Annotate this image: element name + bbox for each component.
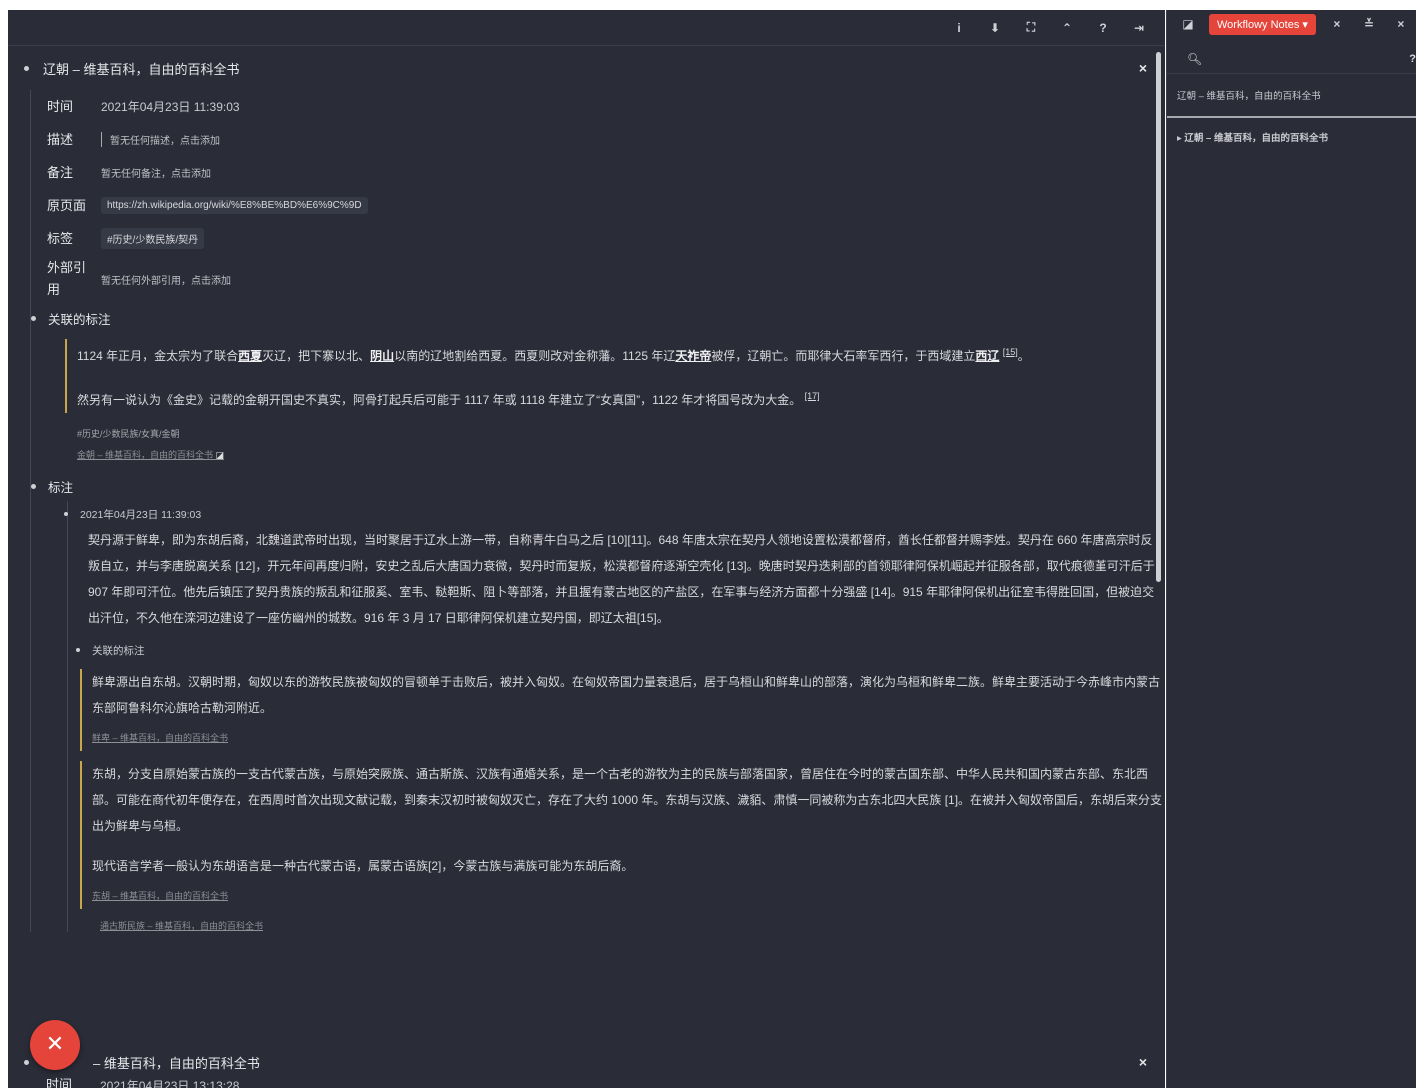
bullet-icon[interactable]	[76, 648, 80, 652]
note-time: 2021年04月23日 11:39:03	[80, 508, 202, 521]
collapse-icon[interactable]: ⌃	[1049, 21, 1085, 35]
bullet-icon[interactable]	[64, 512, 68, 516]
quote-paragraph: 然另有一说认为《金史》记载的金朝开国史不真实，阿骨打起兵后可能于 1117 年或…	[77, 383, 1165, 413]
tag-field: 标签 #历史/少数民族/契丹	[47, 222, 1165, 255]
notes-header: 标注	[31, 471, 1165, 501]
related-quote: 1124 年正月，金太宗为了联合西夏灭辽，把下寨以北、阴山以南的辽地割给西夏。西…	[65, 339, 1165, 413]
tag-pill[interactable]: #历史/少数民族/契丹	[101, 228, 205, 249]
sidebar-tree-item[interactable]: ▸ 辽朝 – 维基百科，自由的百科全书	[1167, 118, 1416, 144]
entry-fields: 时间 2021年04月23日 11:39:03 描述 暂无任何描述，点击添加 备…	[30, 90, 1165, 932]
link-text[interactable]: 金朝 – 维基百科，自由的百科全书	[77, 450, 213, 460]
quote-paragraph: 1124 年正月，金太宗为了联合西夏灭辽，把下寨以北、阴山以南的辽地割给西夏。西…	[77, 339, 1165, 369]
link[interactable]: 天祚帝	[675, 349, 711, 363]
help-icon[interactable]: ?	[1409, 53, 1416, 65]
nested-quote-2: 东胡，分支自原始蒙古族的一支古代蒙古族，与原始突厥族、通古斯族、汉族有通婚关系，…	[80, 761, 1165, 909]
page-field: 原页面 https://zh.wikipedia.org/wiki/%E8%BE…	[47, 189, 1165, 222]
bullet-icon[interactable]	[24, 1059, 29, 1065]
top-toolbar: i ⬇ ⛶ ⌃ ? ⇥	[8, 10, 1165, 46]
sidebar-search[interactable]: 🔍︎ ?	[1167, 44, 1416, 74]
ext-label: 外部引用	[47, 260, 87, 297]
sidebar-header-item[interactable]: 辽朝 – 维基百科，自由的百科全书	[1167, 74, 1416, 118]
edit-icon[interactable]: ◪	[216, 450, 225, 460]
nested-related-header: 关联的标注	[76, 637, 1165, 663]
source-link[interactable]: 通古斯民族 – 维基百科，自由的百科全书	[100, 919, 1165, 932]
sitemap-icon[interactable]: ⛶	[1013, 20, 1049, 35]
ext-field: 外部引用 暂无任何外部引用，点击添加	[47, 255, 1165, 303]
scrollbar[interactable]	[1156, 52, 1161, 582]
quote-paragraph: 现代语言学者一般认为东胡语言是一种古代蒙古语，属蒙古语族[2]，今蒙古族与满族可…	[92, 859, 634, 873]
link[interactable]: 阴山	[370, 349, 394, 363]
related-source-link[interactable]: 金朝 – 维基百科，自由的百科全书 ◪	[77, 448, 1165, 461]
tag-label: 标签	[47, 230, 74, 246]
citation[interactable]: [17]	[805, 391, 820, 401]
entry-title[interactable]: – 维基百科，自由的百科全书	[93, 1053, 260, 1072]
close-icon[interactable]: ×	[1390, 17, 1412, 31]
link[interactable]: 西夏	[238, 349, 262, 363]
ext-input[interactable]: 暂无任何外部引用，点击添加	[101, 272, 231, 287]
notes-body: 2021年04月23日 11:39:03 契丹源于鲜卑，即为东胡后裔，北魏道武帝…	[64, 501, 1165, 932]
sidebar-toolbar: ◪ Workflowy Notes ▾ × ≚ ×	[1167, 10, 1416, 38]
entry-header: – 维基百科，自由的百科全书 ×	[8, 1040, 1165, 1084]
bullet-icon[interactable]	[24, 65, 29, 71]
time-label: 时间	[47, 98, 74, 114]
exit-icon[interactable]: ⇥	[1121, 21, 1157, 35]
search-icon[interactable]: 🔍︎	[1187, 52, 1202, 66]
workflowy-notes-dropdown[interactable]: Workflowy Notes ▾	[1209, 13, 1316, 35]
nested-quote-1: 鲜卑源出自东胡。汉朝时期，匈奴以东的游牧民族被匈奴的冒顿单于击败后，被并入匈奴。…	[80, 669, 1165, 751]
page-link[interactable]: https://zh.wikipedia.org/wiki/%E8%BE%BD%…	[101, 197, 368, 214]
entry-2: – 维基百科，自由的百科全书 × 时间 2021年04月23日 13:13:28	[8, 1040, 1165, 1088]
sidebar: ◪ Workflowy Notes ▾ × ≚ × 🔍︎ ? 辽朝 – 维基百科…	[1166, 10, 1416, 1088]
time-value: 2021年04月23日 11:39:03	[101, 100, 240, 114]
close-icon[interactable]: ×	[1326, 17, 1348, 31]
source-link[interactable]: 东胡 – 维基百科，自由的百科全书	[92, 883, 1165, 909]
note-field: 备注 暂无任何备注，点击添加	[47, 156, 1165, 189]
desc-label: 描述	[47, 131, 74, 147]
page-label: 原页面	[47, 197, 87, 213]
close-icon[interactable]: ×	[1139, 1054, 1147, 1070]
entry-header: 辽朝 – 维基百科，自由的百科全书 ×	[8, 46, 1165, 90]
source-link[interactable]: 鲜卑 – 维基百科，自由的百科全书	[92, 725, 1165, 751]
related-tag[interactable]: #历史/少数民族/女真/金朝	[77, 427, 1165, 440]
quote-paragraph: 东胡，分支自原始蒙古族的一支古代蒙古族，与原始突厥族、通古斯族、汉族有通婚关系，…	[92, 767, 1163, 833]
collapse-all-icon[interactable]: ≚	[1358, 17, 1380, 31]
info-icon[interactable]: i	[941, 21, 977, 35]
close-icon[interactable]: ×	[1139, 60, 1147, 76]
bullet-icon[interactable]	[31, 315, 36, 321]
related-header: 关联的标注	[31, 303, 1165, 333]
text: 以南的辽地割给西夏。西夏则改对金称藩。1125 年辽	[394, 349, 676, 363]
text: 1124 年正月，金太宗为了联合	[77, 349, 239, 363]
notes-title: 标注	[48, 480, 74, 495]
quote-paragraph: 鲜卑源出自东胡。汉朝时期，匈奴以东的游牧民族被匈奴的冒顿单于击败后，被并入匈奴。…	[92, 675, 1161, 715]
entry-title[interactable]: 辽朝 – 维基百科，自由的百科全书	[43, 59, 239, 78]
note-label: 备注	[47, 164, 74, 180]
text: 然另有一说认为《金史》记载的金朝开国史不真实，阿骨打起兵后可能于 1117 年或…	[77, 393, 802, 407]
desc-input[interactable]: 暂无任何描述，点击添加	[101, 132, 220, 147]
related-title: 关联的标注	[48, 312, 111, 327]
text: 灭辽，把下寨以北、	[262, 349, 371, 363]
citation[interactable]: [15]	[1003, 347, 1018, 357]
text: 。	[1017, 349, 1030, 363]
expand-icon[interactable]: ◪	[1177, 17, 1199, 31]
desc-field: 描述 暂无任何描述，点击添加	[47, 123, 1165, 156]
note-input[interactable]: 暂无任何备注，点击添加	[101, 165, 211, 180]
note-paragraph: 契丹源于鲜卑，即为东胡后裔，北魏道武帝时出现，当时聚居于辽水上游一带，自称青牛白…	[88, 533, 1155, 625]
help-icon[interactable]: ?	[1085, 21, 1121, 35]
note-time-header: 2021年04月23日 11:39:03	[64, 501, 1165, 527]
text: 被俘，辽朝亡。而耶律大石率军西行，于西域建立	[711, 349, 976, 363]
link[interactable]: 西辽	[975, 349, 999, 363]
main-panel: i ⬇ ⛶ ⌃ ? ⇥ 辽朝 – 维基百科，自由的百科全书 × 时间 2021年…	[8, 10, 1165, 1088]
nested-related-title: 关联的标注	[92, 644, 145, 657]
time-field: 时间 2021年04月23日 11:39:03	[47, 90, 1165, 123]
download-icon[interactable]: ⬇	[977, 21, 1013, 35]
bullet-icon[interactable]	[31, 483, 36, 489]
close-fab-button[interactable]: ✕	[30, 1020, 80, 1070]
